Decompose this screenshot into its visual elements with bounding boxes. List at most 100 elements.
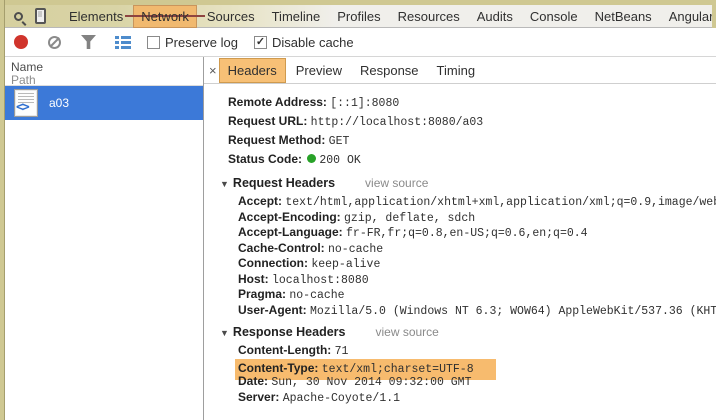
section-title-text: Request Headers	[233, 176, 335, 190]
column-header-name[interactable]: Name	[11, 60, 203, 74]
header-entry: Content-Length: 71	[238, 343, 716, 359]
main-tab-console[interactable]: Console	[530, 9, 578, 24]
devtools-main-tabbar: Elements Network Sources Timeline Profiles Re…	[5, 5, 716, 28]
header-entry: User-Agent: Mozilla/5.0 (Windows NT 6.3;…	[238, 303, 716, 319]
view-toggle-icon[interactable]	[115, 36, 131, 49]
main-tab-profiles[interactable]: Profiles	[337, 9, 380, 24]
header-name: Pragma:	[238, 287, 289, 301]
summary-label: Status Code:	[228, 152, 305, 166]
summary-value: [::1]:8080	[330, 97, 399, 110]
main-tab-label: Sources	[207, 9, 255, 24]
request-list-header[interactable]: Name Path	[5, 57, 203, 86]
header-name: Host:	[238, 272, 272, 286]
main-tab-label: Console	[530, 9, 578, 24]
preserve-log-checkbox[interactable]: Preserve log	[147, 35, 238, 50]
page-behind-right-strip	[712, 0, 716, 28]
header-value: 71	[335, 345, 349, 358]
header-name: Server:	[238, 390, 283, 404]
header-value: gzip, deflate, sdch	[344, 212, 475, 225]
header-value: keep-alive	[311, 258, 380, 271]
network-toolbar: Preserve log ✓ Disable cache	[5, 28, 716, 57]
header-entry: Connection: keep-alive	[238, 256, 716, 272]
summary-value: http://localhost:8080/a03	[311, 116, 484, 129]
main-tab-label: Audits	[477, 9, 513, 24]
clear-icon[interactable]	[48, 36, 61, 49]
main-tab-label: NetBeans	[595, 9, 652, 24]
header-value: localhost:8080	[272, 274, 369, 287]
summary-line: Remote Address: [::1]:8080	[228, 93, 716, 112]
disable-cache-label: Disable cache	[272, 35, 354, 50]
main-tab-timeline[interactable]: Timeline	[272, 9, 321, 24]
header-entry: Pragma: no-cache	[238, 287, 716, 303]
disable-cache-checkbox[interactable]: ✓ Disable cache	[254, 35, 354, 50]
header-value: Sun, 30 Nov 2014 09:32:00 GMT	[271, 376, 471, 389]
header-entry: Accept-Language: fr-FR,fr;q=0.8,en-US;q=…	[238, 225, 716, 241]
summary-label: Request Method:	[228, 133, 329, 147]
details-tab-preview[interactable]: Preview	[296, 63, 342, 78]
main-tab-label: Network	[141, 9, 189, 24]
request-list-panel: Name Path <> a03	[5, 57, 204, 420]
main-tab-resources[interactable]: Resources	[398, 9, 460, 24]
summary-label: Remote Address:	[228, 95, 330, 109]
summary-line: Status Code: 200 OK	[228, 150, 716, 169]
main-tab-label: Profiles	[337, 9, 380, 24]
summary-line: Request URL: http://localhost:8080/a03	[228, 112, 716, 131]
checkbox-unchecked-icon[interactable]	[147, 36, 160, 49]
header-name: Accept-Language:	[238, 225, 346, 239]
request-headers-section-title[interactable]: ▼ Request Headers view source	[220, 175, 716, 191]
page-behind-top-strip	[0, 0, 716, 5]
view-source-link[interactable]: view source	[375, 325, 438, 339]
main-tab-network[interactable]: Network	[133, 5, 197, 28]
main-tab-label: AngularJS	[669, 9, 716, 24]
record-icon[interactable]	[14, 35, 28, 49]
header-name: User-Agent:	[238, 303, 310, 317]
summary-value: 200 OK	[319, 154, 360, 167]
header-name: Accept:	[238, 194, 285, 208]
request-row-a03[interactable]: <> a03	[5, 86, 203, 120]
header-entry: Cache-Control: no-cache	[238, 241, 716, 257]
header-name: Date:	[238, 374, 271, 388]
checkbox-checked-icon[interactable]: ✓	[254, 36, 267, 49]
main-tab-elements[interactable]: Elements	[69, 9, 123, 24]
header-name: Content-Length:	[238, 343, 335, 357]
header-value: Apache-Coyote/1.1	[283, 392, 400, 405]
header-value: text/html,application/xhtml+xml,applicat…	[285, 196, 716, 209]
header-name: Accept-Encoding:	[238, 210, 344, 224]
header-value: no-cache	[328, 243, 383, 256]
header-value: fr-FR,fr;q=0.8,en-US;q=0.6,en;q=0.4	[346, 227, 588, 240]
main-tab-netbeans[interactable]: NetBeans	[595, 9, 652, 24]
header-name: Content-Type:	[238, 361, 322, 375]
main-tab-audits[interactable]: Audits	[477, 9, 513, 24]
filter-icon[interactable]	[81, 35, 96, 49]
header-entry: Content-Type: text/xml;charset=UTF-8	[238, 359, 716, 375]
header-entry: Accept: text/html,application/xhtml+xml,…	[238, 194, 716, 210]
request-name: a03	[49, 96, 69, 110]
main-tab-sources[interactable]: Sources	[207, 9, 255, 24]
search-icon[interactable]	[14, 12, 23, 21]
header-entry: Host: localhost:8080	[238, 272, 716, 288]
main-tab-label: Resources	[398, 9, 460, 24]
details-tab-timing[interactable]: Timing	[437, 63, 476, 78]
section-title-text: Response Headers	[233, 325, 346, 339]
code-glyph: <>	[16, 100, 28, 115]
header-name: Cache-Control:	[238, 241, 328, 255]
details-tab-headers[interactable]: Headers	[219, 58, 286, 83]
header-entry: Server: Apache-Coyote/1.1	[238, 390, 716, 406]
header-name: Connection:	[238, 256, 311, 270]
request-details-pane: × HeadersPreviewResponseTiming Remote Ad…	[204, 57, 716, 420]
collapse-triangle-icon[interactable]: ▼	[220, 179, 229, 189]
status-ok-dot-icon	[307, 154, 316, 163]
details-tabbar: × HeadersPreviewResponseTiming	[204, 57, 716, 84]
device-mode-icon[interactable]	[35, 8, 46, 24]
page-behind-left-strip	[0, 0, 5, 420]
preserve-log-label: Preserve log	[165, 35, 238, 50]
header-value: Mozilla/5.0 (Windows NT 6.3; WOW64) Appl…	[310, 305, 716, 318]
view-source-link[interactable]: view source	[365, 176, 428, 190]
response-headers-section-title[interactable]: ▼ Response Headers view source	[220, 324, 716, 340]
main-tab-label: Elements	[69, 9, 123, 24]
header-entry: Accept-Encoding: gzip, deflate, sdch	[238, 210, 716, 226]
summary-value: GET	[329, 135, 350, 148]
collapse-triangle-icon[interactable]: ▼	[220, 328, 229, 338]
details-tab-response[interactable]: Response	[360, 63, 419, 78]
main-tab-angularjs[interactable]: AngularJS	[669, 9, 716, 24]
